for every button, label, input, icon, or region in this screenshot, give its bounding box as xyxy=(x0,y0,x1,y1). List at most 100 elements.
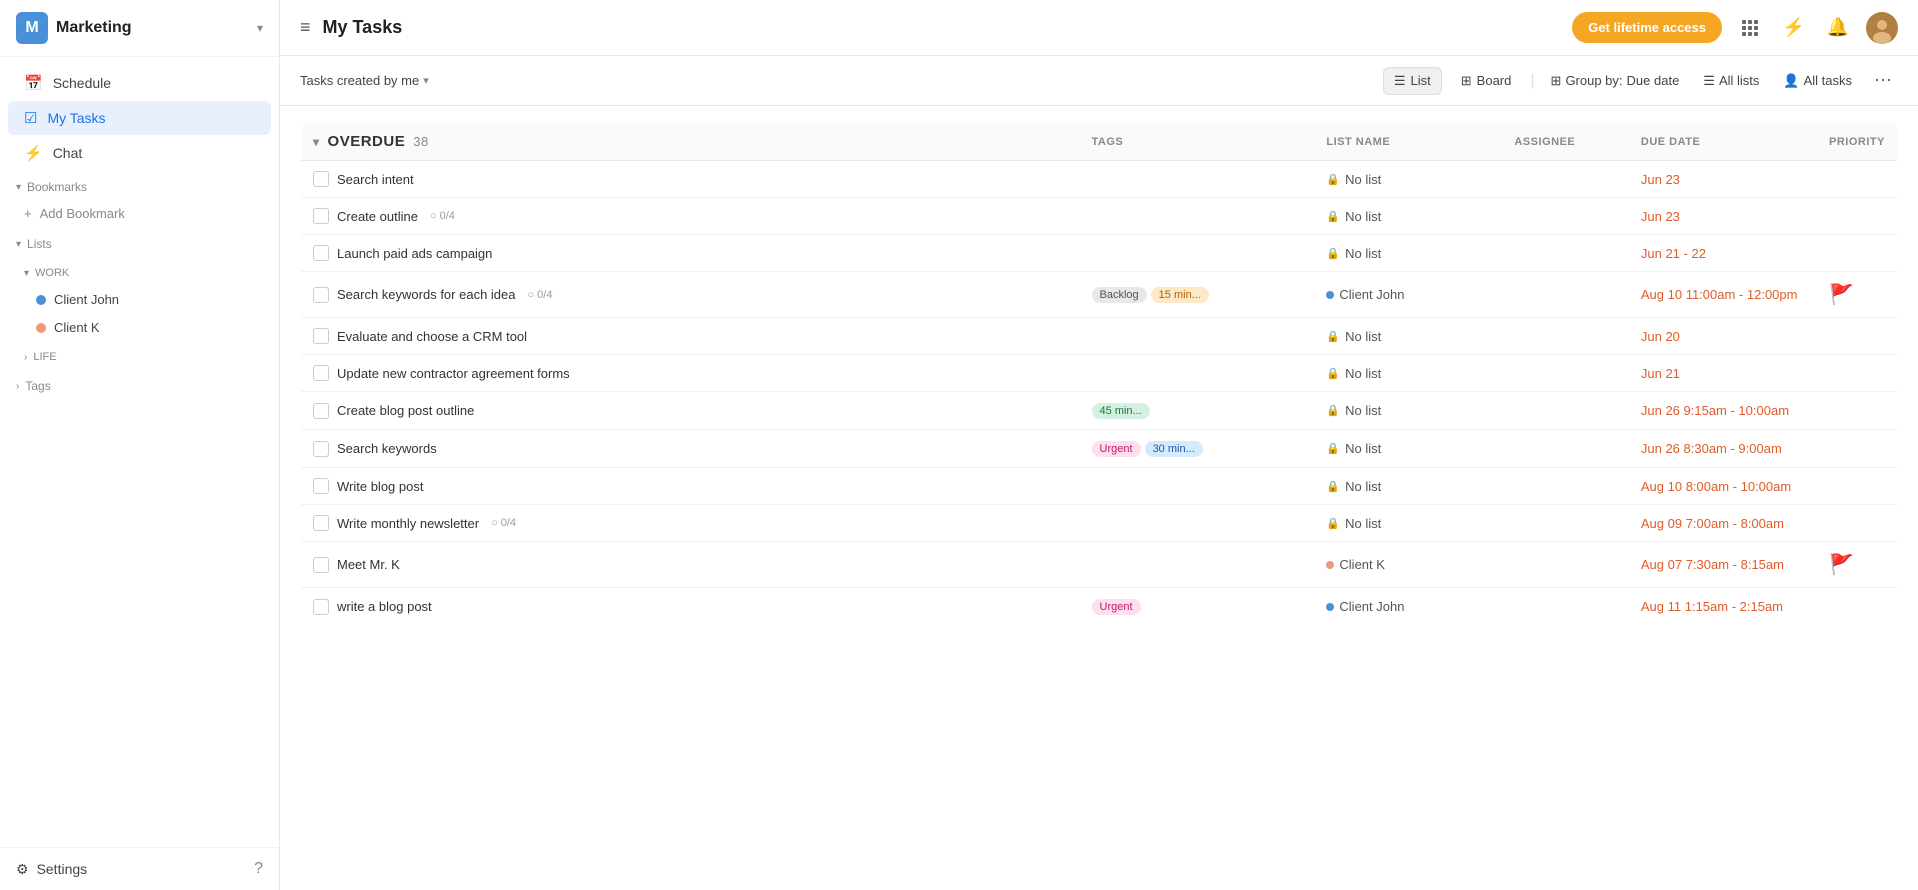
list-view-button[interactable]: ☰ List xyxy=(1383,67,1442,95)
task-checkbox[interactable] xyxy=(313,208,329,224)
bookmarks-label: Bookmarks xyxy=(27,180,87,194)
tasks-filter-button[interactable]: Tasks created by me ▾ xyxy=(300,73,429,88)
subtask-info: ○ 0/4 xyxy=(430,210,455,222)
more-options-button[interactable]: ⋯ xyxy=(1868,66,1898,95)
assignee-cell xyxy=(1502,542,1628,588)
task-name-label: Create blog post outline xyxy=(337,403,474,418)
task-name-label: Search intent xyxy=(337,172,414,187)
due-date-value: Jun 23 xyxy=(1641,209,1680,224)
bookmarks-section-header[interactable]: ▾ Bookmarks xyxy=(0,174,279,200)
task-checkbox[interactable] xyxy=(313,328,329,344)
list-name-cell: 🔒No list xyxy=(1314,392,1502,430)
lists-section-header[interactable]: ▾ Lists xyxy=(0,231,279,257)
list-name-cell: 🔒No list xyxy=(1314,318,1502,355)
task-checkbox[interactable] xyxy=(313,599,329,615)
list-name-label: No list xyxy=(1345,479,1381,494)
list-name-cell: Client John xyxy=(1314,588,1502,626)
task-checkbox[interactable] xyxy=(313,557,329,573)
header-right: Get lifetime access ⚡ 🔔 xyxy=(1572,12,1898,44)
table-row: Search keywords Urgent30 min... 🔒No list… xyxy=(301,430,1898,468)
board-icon: ⊞ xyxy=(1461,73,1472,89)
all-lists-button[interactable]: ☰ All lists xyxy=(1695,69,1767,93)
th-list-name: LIST NAME xyxy=(1314,123,1502,161)
task-name-label: Meet Mr. K xyxy=(337,557,400,572)
task-checkbox[interactable] xyxy=(313,515,329,531)
task-checkbox[interactable] xyxy=(313,478,329,494)
priority-cell xyxy=(1817,318,1898,355)
sidebar-item-client-john[interactable]: Client John xyxy=(8,286,271,313)
priority-cell xyxy=(1817,505,1898,542)
due-date-cell: Aug 10 8:00am - 10:00am xyxy=(1629,468,1817,505)
lock-icon: 🔒 xyxy=(1326,367,1340,380)
task-name-cell: Update new contractor agreement forms xyxy=(301,355,1080,392)
blue-dot-icon xyxy=(1326,291,1334,299)
all-tasks-button[interactable]: 👤 All tasks xyxy=(1775,69,1860,93)
bell-icon[interactable]: 🔔 xyxy=(1822,12,1854,44)
add-bookmark-label: Add Bookmark xyxy=(40,206,125,221)
list-icon: ☰ xyxy=(1394,73,1406,89)
lock-icon: 🔒 xyxy=(1326,247,1340,260)
main-header: ≡ My Tasks Get lifetime access ⚡ 🔔 xyxy=(280,0,1918,56)
due-date-value: Jun 26 9:15am - 10:00am xyxy=(1641,403,1789,418)
table-row: Write blog post 🔒No list Aug 10 8:00am -… xyxy=(301,468,1898,505)
tags-cell xyxy=(1080,161,1315,198)
user-avatar[interactable] xyxy=(1866,12,1898,44)
sidebar-header[interactable]: M Marketing ▾ xyxy=(0,0,279,57)
add-bookmark-button[interactable]: + Add Bookmark xyxy=(0,200,279,227)
settings-item[interactable]: ⚙ Settings xyxy=(16,861,87,878)
sidebar-item-client-k[interactable]: Client K xyxy=(8,314,271,341)
help-icon[interactable]: ? xyxy=(254,860,263,878)
board-view-button[interactable]: ⊞ Board xyxy=(1450,67,1523,95)
task-checkbox[interactable] xyxy=(313,403,329,419)
lock-icon: 🔒 xyxy=(1326,517,1340,530)
sidebar-nav: 📅 Schedule ☑ My Tasks ⚡ Chat ▾ Bookmarks… xyxy=(0,57,279,847)
due-date-cell: Aug 07 7:30am - 8:15am xyxy=(1629,542,1817,588)
table-row: Write monthly newsletter ○ 0/4 🔒No list … xyxy=(301,505,1898,542)
tags-cell: Urgent xyxy=(1080,588,1315,626)
workspace-logo: M xyxy=(16,12,48,44)
tag-badge: Urgent xyxy=(1092,441,1141,457)
section-chevron-icon[interactable]: ▾ xyxy=(313,135,320,149)
work-section-header[interactable]: ▾ WORK xyxy=(0,261,279,285)
task-checkbox[interactable] xyxy=(313,287,329,303)
due-date-cell: Jun 26 9:15am - 10:00am xyxy=(1629,392,1817,430)
toolbar-separator: | xyxy=(1530,72,1534,90)
sidebar-item-my-tasks[interactable]: ☑ My Tasks xyxy=(8,101,271,135)
sidebar-item-chat[interactable]: ⚡ Chat xyxy=(8,136,271,170)
table-row: Create outline ○ 0/4 🔒No list Jun 23 xyxy=(301,198,1898,235)
table-row: Launch paid ads campaign 🔒No list Jun 21… xyxy=(301,235,1898,272)
task-checkbox[interactable] xyxy=(313,441,329,457)
life-section-header[interactable]: › LIFE xyxy=(0,345,279,369)
group-by-button[interactable]: ⊞ Group by: Due date xyxy=(1543,69,1688,93)
lock-icon: 🔒 xyxy=(1326,330,1340,343)
bolt-header-icon[interactable]: ⚡ xyxy=(1778,12,1810,44)
section-count: 38 xyxy=(413,134,428,149)
work-label: WORK xyxy=(35,267,69,279)
hamburger-icon[interactable]: ≡ xyxy=(300,17,311,38)
tags-section-header[interactable]: › Tags xyxy=(0,373,279,399)
sidebar: M Marketing ▾ 📅 Schedule ☑ My Tasks ⚡ Ch… xyxy=(0,0,280,890)
apps-icon[interactable] xyxy=(1734,12,1766,44)
due-date-cell: Aug 10 11:00am - 12:00pm xyxy=(1629,272,1817,318)
check-circle-icon: ○ xyxy=(491,517,498,529)
sidebar-item-schedule[interactable]: 📅 Schedule xyxy=(8,66,271,100)
tags-cell xyxy=(1080,198,1315,235)
task-checkbox[interactable] xyxy=(313,245,329,261)
list-name-cell: 🔒No list xyxy=(1314,505,1502,542)
due-date-value: Jun 21 xyxy=(1641,366,1680,381)
get-lifetime-access-button[interactable]: Get lifetime access xyxy=(1572,12,1722,43)
task-name-label: Write blog post xyxy=(337,479,423,494)
assignee-cell xyxy=(1502,235,1628,272)
priority-cell xyxy=(1817,198,1898,235)
assignee-cell xyxy=(1502,272,1628,318)
tag-badge: 45 min... xyxy=(1092,403,1150,419)
list-name-cell: 🔒No list xyxy=(1314,161,1502,198)
list-name-label: No list xyxy=(1345,172,1381,187)
tag-badge: 15 min... xyxy=(1151,287,1209,303)
due-date-cell: Jun 21 xyxy=(1629,355,1817,392)
list-name-label: No list xyxy=(1345,366,1381,381)
list-name-label: No list xyxy=(1345,403,1381,418)
task-checkbox[interactable] xyxy=(313,171,329,187)
task-checkbox[interactable] xyxy=(313,365,329,381)
task-name-label: write a blog post xyxy=(337,599,432,614)
